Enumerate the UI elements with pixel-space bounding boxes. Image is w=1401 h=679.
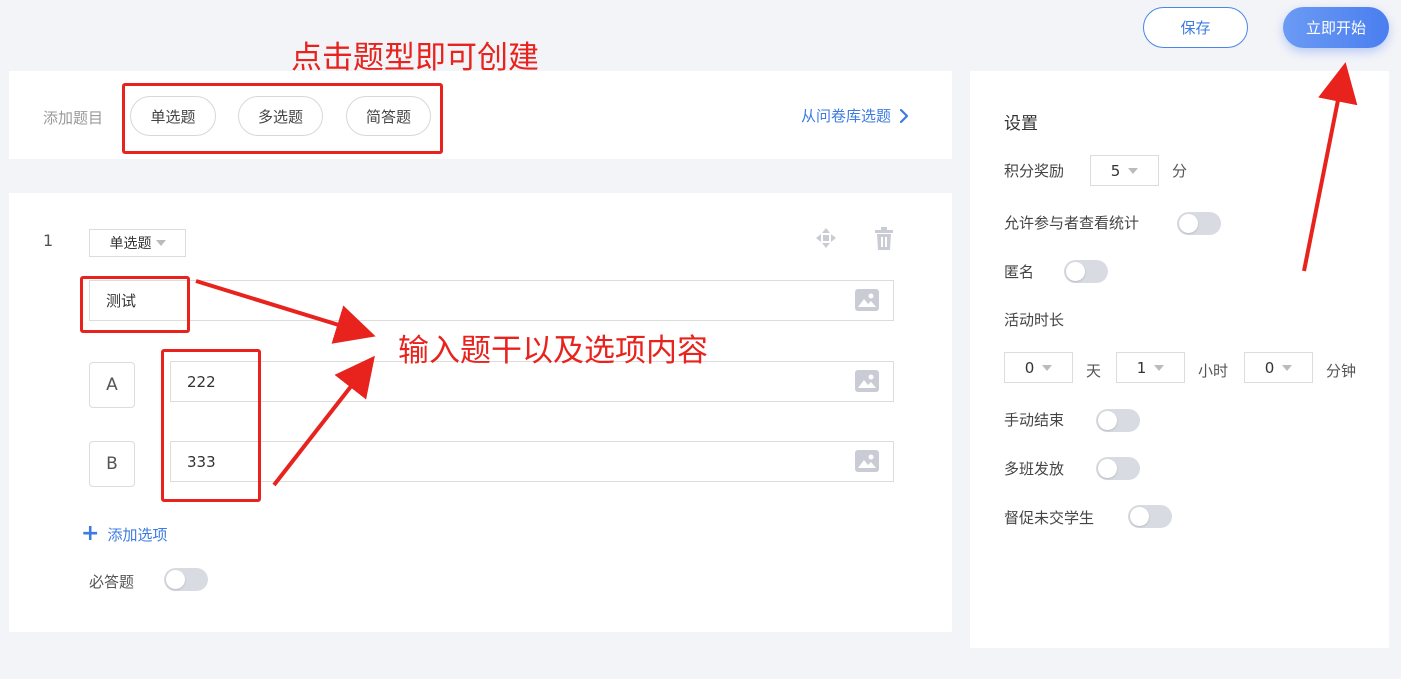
save-button[interactable]: 保存 — [1143, 7, 1248, 48]
question-type-value: 单选题 — [109, 236, 152, 252]
days-value: 0 — [1024, 358, 1035, 377]
multi-class-label: 多班发放 — [1004, 460, 1065, 478]
question-stem-input[interactable]: 测试 — [89, 280, 894, 321]
annotation-input-hint: 输入题干以及选项内容 — [398, 333, 708, 369]
annotation-box-stem — [80, 276, 190, 333]
annotation-box-options — [161, 349, 261, 502]
manual-end-toggle[interactable] — [1096, 409, 1140, 432]
option-letter-a: A — [89, 362, 135, 408]
hours-value: 1 — [1136, 358, 1147, 377]
anonymous-label: 匿名 — [1004, 263, 1035, 281]
days-unit: 天 — [1086, 362, 1102, 380]
minutes-unit: 分钟 — [1326, 362, 1357, 380]
caret-down-icon — [1282, 364, 1293, 371]
minutes-select[interactable]: 0 — [1244, 352, 1313, 383]
hours-unit: 小时 — [1198, 362, 1229, 380]
question-type-select[interactable]: 单选题 — [89, 229, 186, 257]
points-label: 积分奖励 — [1004, 162, 1065, 180]
anonymous-toggle[interactable] — [1064, 260, 1108, 283]
points-select[interactable]: 5 — [1090, 155, 1159, 186]
select-from-bank-link[interactable]: 从问卷库选题 — [801, 105, 909, 126]
question-card: 1 单选题 测试 A 222 B 333 + 添加选项 必答题 — [9, 193, 952, 632]
caret-down-icon — [1128, 167, 1139, 174]
settings-title: 设置 — [1004, 114, 1038, 134]
add-option-label: 添加选项 — [107, 525, 168, 544]
plus-icon: + — [81, 521, 100, 546]
start-now-button[interactable]: 立即开始 — [1283, 7, 1389, 48]
annotation-create-hint: 点击题型即可创建 — [291, 40, 539, 76]
select-from-bank-label: 从问卷库选题 — [801, 107, 892, 125]
required-toggle[interactable] — [164, 568, 208, 591]
points-unit: 分 — [1172, 162, 1188, 180]
hours-select[interactable]: 1 — [1116, 352, 1185, 383]
remind-toggle[interactable] — [1128, 505, 1172, 528]
points-value: 5 — [1110, 161, 1121, 180]
add-question-label: 添加题目 — [43, 109, 104, 127]
duration-label: 活动时长 — [1004, 311, 1065, 329]
image-upload-icon[interactable] — [855, 450, 879, 472]
option-letter-b: B — [89, 441, 135, 487]
add-option-button[interactable]: + 添加选项 — [81, 523, 167, 545]
option-b-input[interactable]: 333 — [170, 441, 894, 482]
minutes-value: 0 — [1264, 358, 1275, 377]
allow-stats-label: 允许参与者查看统计 — [1004, 214, 1140, 232]
trash-icon[interactable] — [873, 227, 895, 251]
allow-stats-toggle[interactable] — [1177, 212, 1221, 235]
days-select[interactable]: 0 — [1004, 352, 1073, 383]
image-upload-icon[interactable] — [855, 370, 879, 392]
question-number: 1 — [43, 231, 54, 250]
remind-label: 督促未交学生 — [1004, 509, 1095, 527]
multi-class-toggle[interactable] — [1096, 457, 1140, 480]
manual-end-label: 手动结束 — [1004, 411, 1065, 429]
chevron-right-icon — [899, 108, 909, 123]
required-label: 必答题 — [89, 573, 135, 591]
move-icon[interactable] — [815, 227, 837, 249]
caret-down-icon — [155, 240, 166, 246]
annotation-box-types — [122, 83, 443, 154]
settings-panel: 设置 积分奖励 5 分 允许参与者查看统计 匿名 活动时长 0 天 1 小时 0… — [970, 71, 1389, 648]
caret-down-icon — [1154, 364, 1165, 371]
caret-down-icon — [1042, 364, 1053, 371]
image-upload-icon[interactable] — [855, 289, 879, 311]
